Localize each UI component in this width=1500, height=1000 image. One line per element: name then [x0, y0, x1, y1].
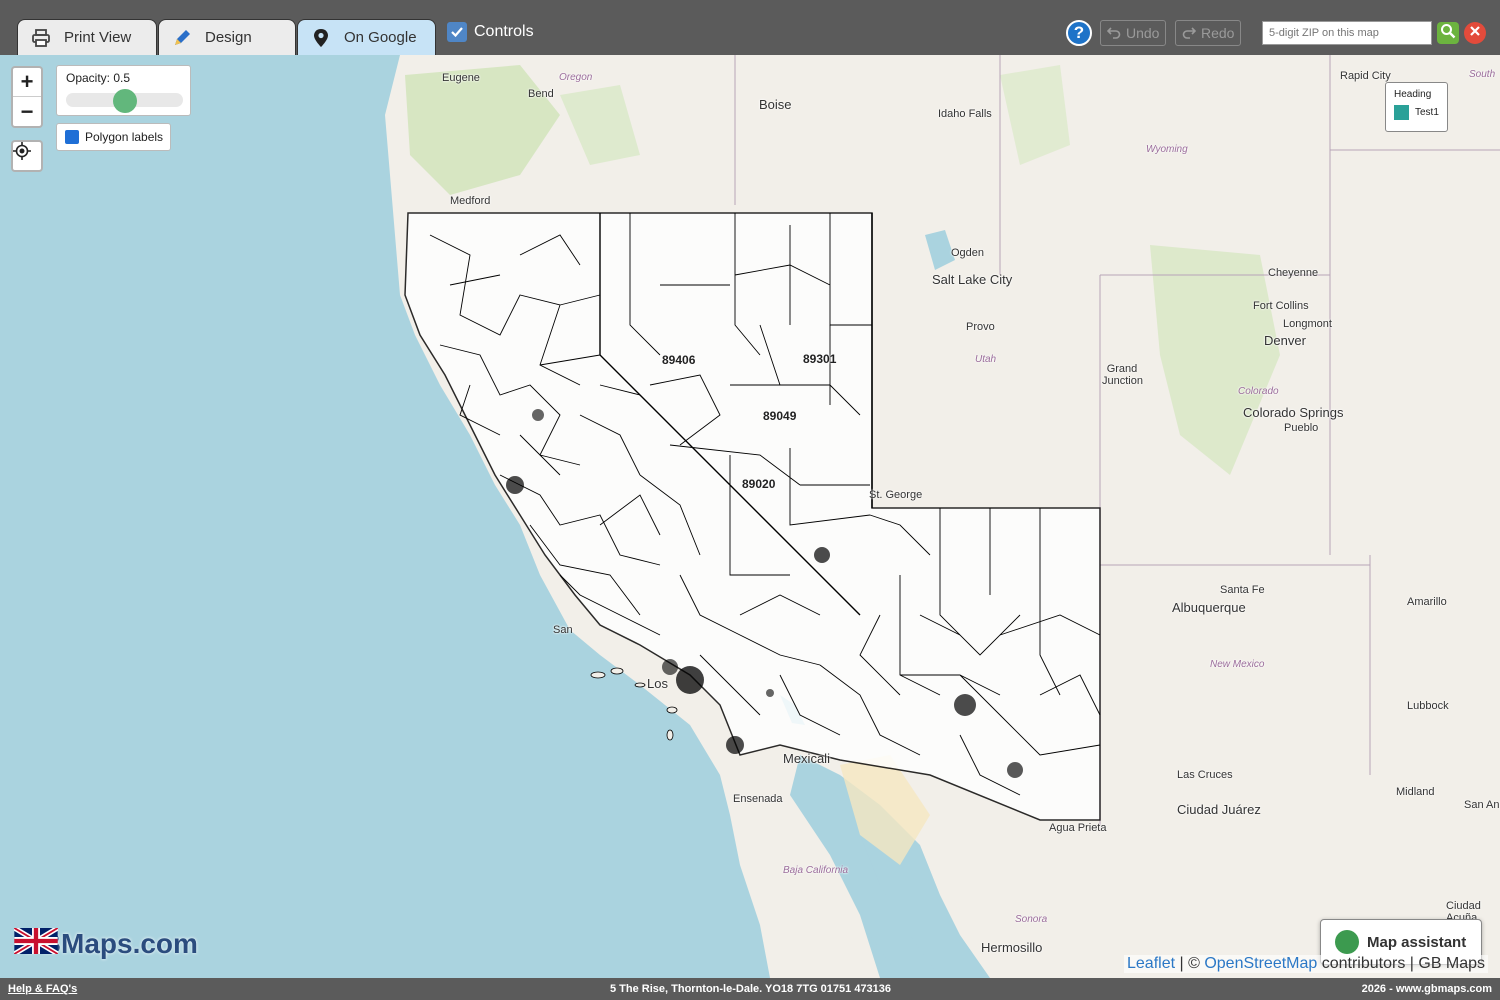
place-label: Medford: [450, 195, 491, 207]
map-legend: Heading Test1: [1385, 82, 1448, 132]
place-label: Las Cruces: [1177, 769, 1233, 781]
pencil-icon: [171, 27, 193, 49]
place-label: Salt Lake City: [932, 272, 1013, 287]
place-label: Bend: [528, 88, 554, 100]
zoom-in-button[interactable]: +: [13, 68, 41, 97]
footer-bar: Help & FAQ's 5 The Rise, Thornton-le-Dal…: [0, 978, 1500, 1000]
opacity-panel: Opacity: 0.5: [56, 65, 191, 116]
place-label: Grand Junction: [1102, 363, 1143, 387]
tab-print-view[interactable]: Print View: [17, 19, 157, 55]
help-button[interactable]: ?: [1066, 20, 1092, 46]
zoom-control: + −: [11, 66, 43, 128]
tab-label: Print View: [64, 29, 132, 46]
place-label: South: [1469, 69, 1496, 80]
redo-label: Redo: [1201, 25, 1235, 41]
top-toolbar: Print View Design On Google Controls ? U…: [0, 0, 1500, 55]
polygon-labels-label: Polygon labels: [85, 130, 164, 144]
place-label: Fort Collins: [1253, 300, 1309, 312]
place-label: Mexicali: [783, 751, 830, 766]
footer-copyright: 2026 - www.gbmaps.com: [1361, 983, 1492, 995]
place-label: Provo: [966, 321, 995, 333]
place-label: San Ang: [1464, 799, 1500, 811]
place-label: New Mexico: [1210, 659, 1265, 670]
search-button[interactable]: [1437, 22, 1459, 44]
place-label: Colorado Springs: [1243, 405, 1344, 420]
zip-label: 89406: [662, 353, 696, 367]
controls-toggle[interactable]: Controls: [447, 22, 534, 42]
printer-icon: [30, 27, 52, 49]
place-label: Hermosillo: [981, 940, 1043, 955]
check-icon[interactable]: [57, 125, 79, 144]
check-icon[interactable]: [447, 22, 467, 42]
controls-label: Controls: [474, 23, 534, 40]
place-label: Lubbock: [1407, 700, 1449, 712]
place-label: Albuquerque: [1172, 600, 1246, 615]
locate-button[interactable]: [11, 140, 43, 172]
leaf-icon: [1323, 921, 1359, 954]
tab-label: On Google: [344, 29, 417, 46]
opacity-slider[interactable]: [66, 89, 183, 113]
zip-label: 89020: [742, 477, 776, 491]
legend-swatch: [1394, 105, 1409, 120]
place-label: Longmont: [1283, 318, 1332, 330]
search-icon: [1440, 23, 1456, 44]
place-label: Los: [647, 676, 668, 691]
place-label: Boise: [759, 97, 792, 112]
place-label: Pueblo: [1284, 422, 1319, 434]
place-label: Baja California: [783, 865, 849, 876]
zip-search-input[interactable]: [1262, 21, 1432, 45]
place-label: Santa Fe: [1220, 584, 1265, 596]
map-pin-icon: [310, 27, 332, 49]
close-icon: [1469, 24, 1481, 42]
opacity-label: Opacity: 0.5: [66, 71, 131, 85]
clear-button[interactable]: [1464, 22, 1486, 44]
tab-on-google[interactable]: On Google: [297, 19, 436, 55]
legend-item-label: Test1: [1415, 107, 1439, 118]
undo-icon: [1106, 25, 1121, 42]
place-label: Utah: [975, 354, 997, 365]
place-label: Ciudad Juárez: [1177, 802, 1261, 817]
redo-button[interactable]: Redo: [1175, 20, 1242, 46]
attribution-rest: contributors | GB Maps: [1317, 955, 1486, 972]
zoom-out-button[interactable]: −: [13, 97, 41, 126]
tab-design[interactable]: Design: [158, 19, 296, 55]
tab-label: Design: [205, 29, 252, 46]
help-faq-link[interactable]: Help & FAQ's: [8, 983, 77, 995]
osm-link[interactable]: OpenStreetMap: [1204, 955, 1317, 972]
place-label: Eugene: [442, 72, 480, 84]
redo-icon: [1182, 25, 1197, 42]
place-label: St. George: [869, 489, 923, 501]
footer-address: 5 The Rise, Thornton-le-Dale. YO18 7TG 0…: [610, 983, 892, 995]
place-label: Wyoming: [1146, 144, 1188, 155]
place-label: Amarillo: [1407, 596, 1447, 608]
polygon-labels-toggle[interactable]: Polygon labels: [56, 123, 171, 151]
gbmaps-logo: GBMaps.com: [14, 928, 198, 960]
undo-label: Undo: [1126, 25, 1160, 41]
place-label: Sonora: [1015, 914, 1048, 925]
place-label: Oregon: [559, 72, 593, 83]
place-label: Cheyenne: [1268, 267, 1319, 279]
zip-label: 89049: [763, 409, 797, 423]
leaflet-link[interactable]: Leaflet: [1127, 955, 1175, 972]
legend-heading: Heading: [1394, 89, 1432, 100]
place-label: Idaho Falls: [938, 108, 992, 120]
map-background: [385, 55, 1500, 978]
place-label: Ensenada: [733, 793, 783, 805]
place-label: Colorado: [1238, 386, 1279, 397]
attribution-sep: | ©: [1175, 955, 1205, 972]
place-label: Denver: [1264, 333, 1306, 348]
map-canvas[interactable]: Eugene Oregon Bend Boise Idaho Falls Rap…: [0, 55, 1500, 978]
place-label: Rapid City: [1340, 70, 1391, 82]
map-attribution: Leaflet | © OpenStreetMap contributors |…: [1124, 955, 1489, 973]
undo-button[interactable]: Undo: [1100, 20, 1167, 46]
place-label: Midland: [1396, 786, 1435, 798]
place-label: Ogden: [951, 247, 985, 259]
place-label: San: [553, 624, 573, 636]
place-label: Agua Prieta: [1049, 822, 1107, 834]
zip-label: 89301: [803, 352, 837, 366]
opacity-slider-thumb[interactable]: [112, 89, 137, 113]
legend-item: Test1: [1394, 105, 1439, 120]
map-assistant-label: Map assistant: [1367, 933, 1467, 951]
